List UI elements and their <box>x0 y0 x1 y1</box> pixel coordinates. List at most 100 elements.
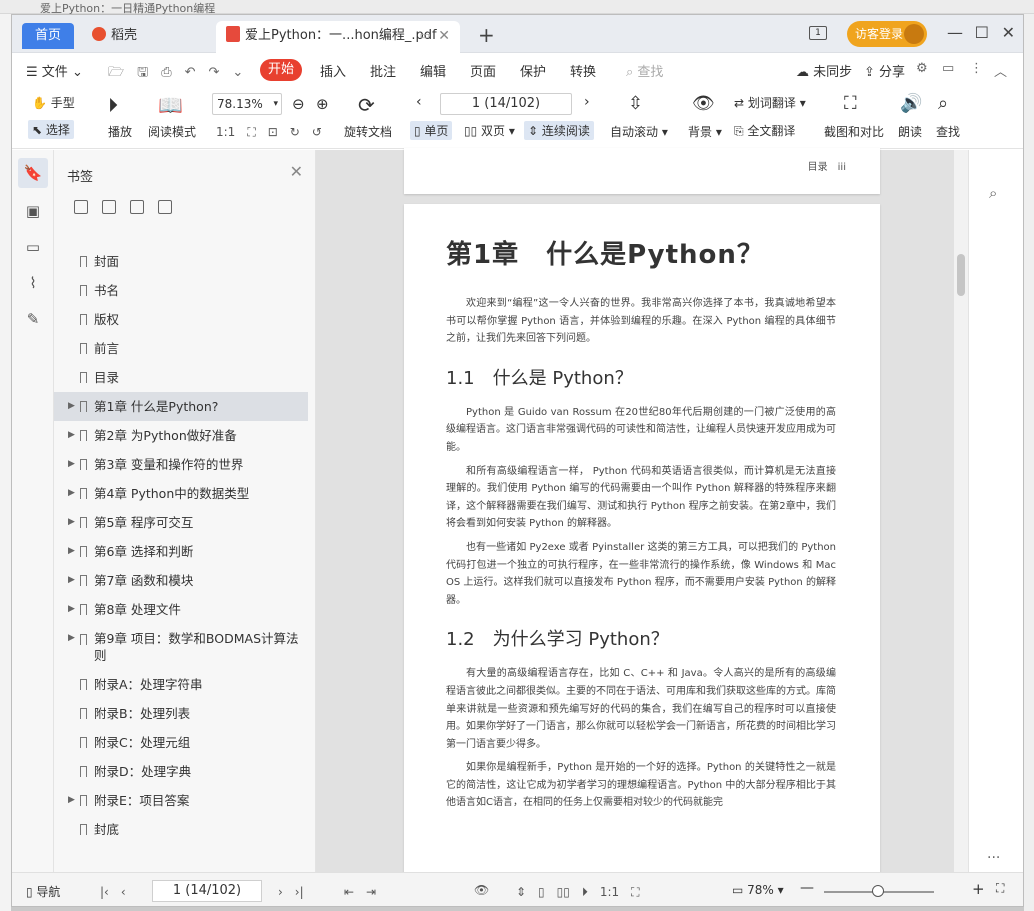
zoom-out-icon[interactable]: ⊖ <box>292 95 305 113</box>
attachment-icon[interactable]: ⌇ <box>23 274 43 294</box>
bookmark-item[interactable]: 版权 <box>54 305 316 334</box>
bookmark-item[interactable]: ▶ 第3章 变量和操作符的世界 <box>54 450 316 479</box>
scrollbar-thumb[interactable] <box>957 254 965 296</box>
bookmark-item[interactable]: 目录 <box>54 363 316 392</box>
find-icon[interactable]: ⌕ <box>938 93 948 114</box>
search-box[interactable]: ⌕ 查找 <box>626 61 663 80</box>
ai-search-icon[interactable]: ⌕ <box>989 184 997 202</box>
new-tab-button[interactable]: + <box>478 23 495 47</box>
signature-icon[interactable]: ✎ <box>23 310 43 330</box>
back-forward-icons[interactable]: ⇤ ⇥ <box>344 883 376 900</box>
bookmark-item[interactable]: ▶ 附录E：项目答案 <box>54 786 316 815</box>
rotate-icon[interactable]: ⟳ <box>358 93 375 117</box>
next-page-icon[interactable]: › <box>584 94 590 110</box>
page-number-input[interactable]: 1 (14/102) <box>440 93 572 115</box>
eye-icon[interactable]: 👁 <box>474 883 489 897</box>
collapse-ribbon-icon[interactable]: ︿ <box>994 61 1007 80</box>
auto-scroll-button[interactable]: 自动滚动 ▾ <box>610 123 668 140</box>
full-translate-button[interactable]: ⎘ 全文翻译 <box>734 122 795 139</box>
auto-scroll-icon[interactable]: ⇳ <box>628 93 643 114</box>
collapse-all-icon[interactable] <box>102 200 116 214</box>
file-menu[interactable]: ☰ 文件 ⌄ <box>26 61 83 80</box>
window-mode-icon[interactable]: 1 <box>809 26 827 40</box>
maximize-icon[interactable]: ☐ <box>975 23 989 42</box>
share-button[interactable]: ⇪ 分享 <box>864 61 905 80</box>
bookmark-item[interactable]: ▶ 第8章 处理文件 <box>54 595 316 624</box>
bookmark-item[interactable]: ▶ 第1章 什么是Python? <box>54 392 308 421</box>
expand-arrow-icon[interactable]: ▶ <box>68 537 75 566</box>
close-window-icon[interactable]: ✕ <box>1002 23 1015 42</box>
tab-home[interactable]: 首页 <box>22 23 74 49</box>
next-last-page-icons[interactable]: › ›| <box>278 883 304 900</box>
menu-start[interactable]: 开始 <box>260 59 302 81</box>
bookmark-item[interactable]: ▶ 第7章 函数和模块 <box>54 566 316 595</box>
view-mode-icons[interactable]: ⇕ ▯ ▯▯ ⏵ 1:1 ⛶ <box>516 883 640 900</box>
more-icon[interactable]: ··· <box>987 850 1000 866</box>
settings-icon[interactable]: ⚙ <box>916 61 928 76</box>
hand-tool[interactable]: ✋ 手型 <box>32 94 75 111</box>
screenshot-icon[interactable]: ⛶ <box>844 93 857 114</box>
bookmark-icon[interactable] <box>158 200 172 214</box>
expand-arrow-icon[interactable]: ▶ <box>68 595 75 624</box>
single-page-button[interactable]: ▯ 单页 <box>410 121 453 140</box>
word-translate-button[interactable]: ⇄ 划词翻译 ▾ <box>734 94 806 111</box>
menu-page[interactable]: 页面 <box>470 61 496 80</box>
zoom-slider-handle[interactable] <box>872 885 884 897</box>
read-mode-label[interactable]: 阅读模式 <box>148 123 196 140</box>
background-button[interactable]: 背景 ▾ <box>688 123 722 140</box>
bookmark-item[interactable]: 封面 <box>54 247 316 276</box>
status-zoom-in[interactable]: + <box>972 880 985 898</box>
expand-arrow-icon[interactable]: ▶ <box>68 630 75 647</box>
play-icon[interactable]: ⏵ <box>108 93 118 117</box>
bookmark-item[interactable]: ▶ 第9章 项目：数学和BODMAS计算法则 <box>54 624 316 670</box>
first-prev-page-icons[interactable]: |‹ ‹ <box>100 883 126 900</box>
menu-insert[interactable]: 插入 <box>320 61 346 80</box>
find-label[interactable]: 查找 <box>936 123 960 140</box>
prev-page-icon[interactable]: ‹ <box>416 94 422 110</box>
bookmark-item[interactable]: 附录C：处理元组 <box>54 728 316 757</box>
add-bookmark-icon[interactable] <box>130 200 144 214</box>
play-label[interactable]: 播放 <box>108 123 132 140</box>
expand-arrow-icon[interactable]: ▶ <box>68 421 75 450</box>
tab-document[interactable]: 爱上Python：一...hon编程_.pdf ▭ ✕ <box>216 21 460 53</box>
thumbnail-icon[interactable]: ▣ <box>23 202 43 222</box>
zoom-in-icon[interactable]: ⊕ <box>316 95 329 113</box>
more-icon[interactable]: ⋮ <box>970 61 983 76</box>
bookmark-item[interactable]: ▶ 第5章 程序可交互 <box>54 508 316 537</box>
close-tab-icon[interactable]: ✕ <box>438 21 450 51</box>
bookmark-item[interactable]: ▶ 第2章 为Python做好准备 <box>54 421 316 450</box>
minimize-icon[interactable]: — <box>947 23 963 42</box>
view-fit-icons[interactable]: 1:1 ⛶ ⊡ ↻ ↺ <box>216 123 322 140</box>
menu-protect[interactable]: 保护 <box>520 61 546 80</box>
feedback-icon[interactable]: ▭ <box>942 61 954 76</box>
tab-daoke[interactable]: 稻壳 <box>92 23 137 49</box>
read-aloud-label[interactable]: 朗读 <box>898 123 922 140</box>
status-zoom[interactable]: ▭ 78% ▾ <box>732 883 784 897</box>
device-icon[interactable]: ▭ <box>420 21 430 51</box>
status-page-input[interactable]: 1 (14/102) <box>152 880 262 902</box>
bookmark-panel-icon[interactable]: 🔖 <box>18 158 48 188</box>
rotate-label[interactable]: 旋转文档 <box>344 123 392 140</box>
read-aloud-icon[interactable]: 🔊 <box>900 93 922 114</box>
status-zoom-out[interactable]: — <box>800 880 814 896</box>
bookmark-item[interactable]: 附录A：处理字符串 <box>54 670 316 699</box>
menu-annotate[interactable]: 批注 <box>370 61 396 80</box>
zoom-select[interactable]: 78.13% ▾ <box>212 93 282 115</box>
double-page-button[interactable]: ▯▯ 双页 ▾ <box>464 122 515 139</box>
close-icon[interactable]: ✕ <box>290 162 303 181</box>
select-tool[interactable]: ⬉ 选择 <box>28 120 74 139</box>
fullscreen-icon[interactable]: ⛶ <box>996 881 1004 896</box>
guest-login-button[interactable]: 访客登录 <box>847 21 927 47</box>
expand-arrow-icon[interactable]: ▶ <box>68 479 75 508</box>
bookmark-item[interactable]: 前言 <box>54 334 316 363</box>
sync-status[interactable]: ☁ 未同步 <box>796 61 852 80</box>
comment-icon[interactable]: ▭ <box>23 238 43 258</box>
expand-arrow-icon[interactable]: ▶ <box>68 392 75 421</box>
expand-arrow-icon[interactable]: ▶ <box>68 508 75 537</box>
navigation-toggle[interactable]: ▯ 导航 <box>26 883 60 900</box>
bookmark-item[interactable]: ▶ 第4章 Python中的数据类型 <box>54 479 316 508</box>
expand-arrow-icon[interactable]: ▶ <box>68 786 75 815</box>
vertical-scrollbar[interactable] <box>954 150 968 872</box>
menu-edit[interactable]: 编辑 <box>420 61 446 80</box>
zoom-slider[interactable] <box>824 885 934 897</box>
